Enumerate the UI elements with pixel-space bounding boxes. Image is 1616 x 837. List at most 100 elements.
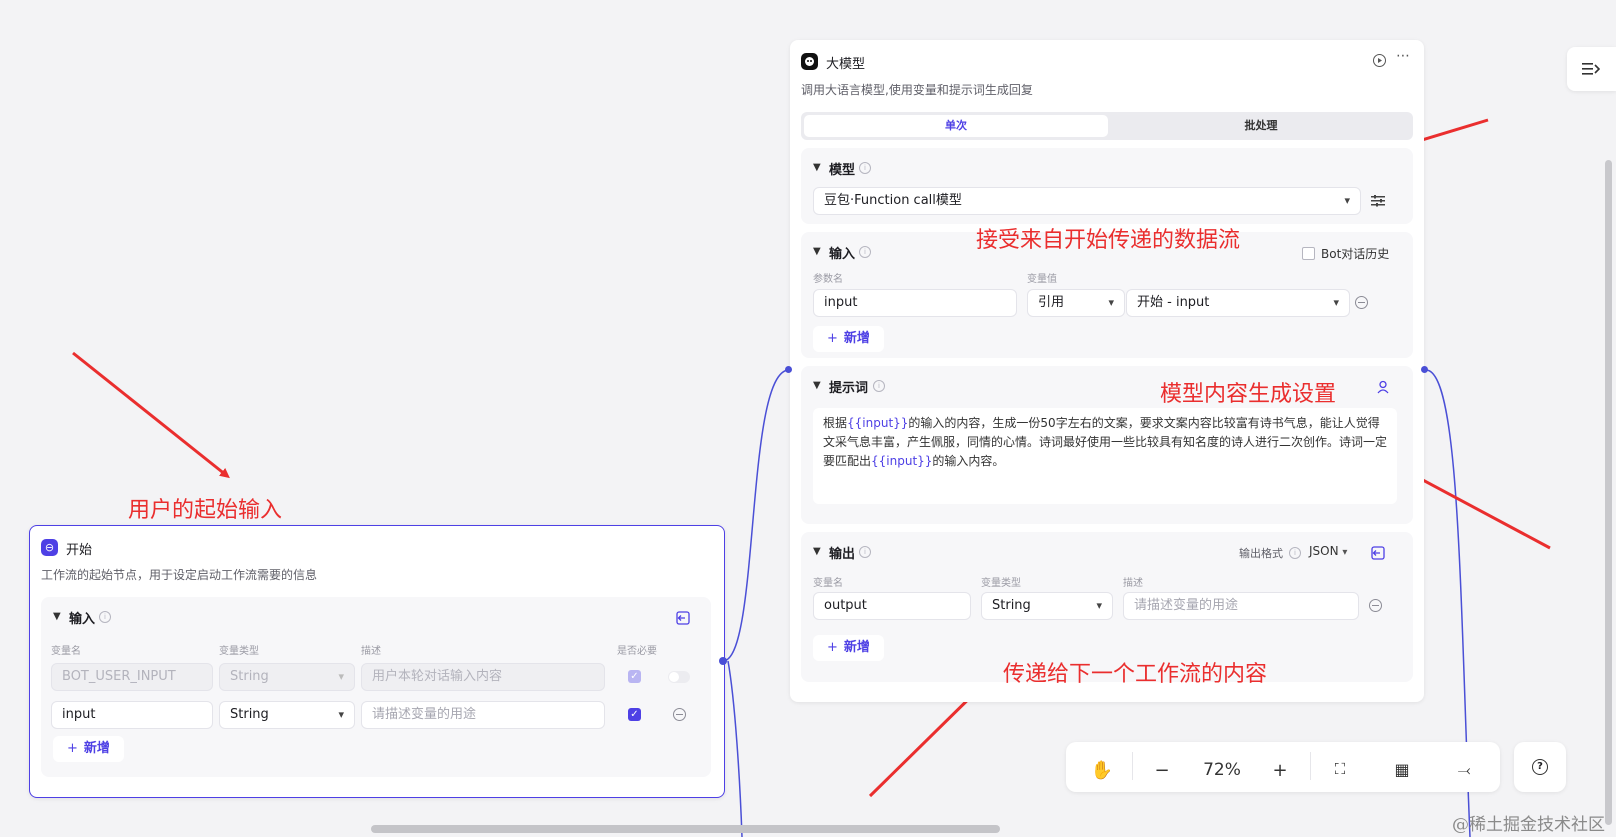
prompt-variable: {{input}} — [847, 416, 909, 430]
fit-view-icon[interactable]: ⛶ — [1328, 760, 1352, 784]
llm-node[interactable]: 大模型 ⋯ 调用大语言模型,使用变量和提示词生成回复 单次 批处理 ▼ 模型 i… — [790, 40, 1424, 702]
prompt-text: 根据 — [823, 416, 848, 430]
chevron-down-icon: ▾ — [1342, 547, 1348, 558]
output-desc-input[interactable]: 请描述变量的用途 — [1123, 592, 1359, 620]
start-output-port[interactable] — [719, 657, 727, 665]
col-var-type: 变量类型 — [981, 578, 1021, 589]
output-name-input[interactable]: output — [813, 592, 971, 620]
output-format-label: 输出格式 — [1239, 547, 1283, 560]
tab-single[interactable]: 单次 — [804, 115, 1108, 137]
chevron-down-icon: ▾ — [1096, 599, 1102, 612]
add-output-label: 新增 — [843, 640, 870, 655]
zoom-in-icon[interactable]: + — [1268, 760, 1292, 784]
llm-input-title: 输入 — [829, 247, 856, 262]
add-input-button[interactable]: + 新增 — [813, 326, 884, 352]
help-icon: ? — [1532, 759, 1548, 775]
col-var-name: 变量名 — [51, 646, 81, 657]
model-settings-icon[interactable] — [1371, 195, 1385, 207]
col-param-name: 参数名 — [813, 274, 843, 285]
llm-input-port[interactable] — [785, 366, 792, 373]
col-var-value: 变量值 — [1027, 274, 1057, 285]
side-panel-toggle-button[interactable] — [1567, 47, 1616, 91]
bot-history-checkbox[interactable] — [1302, 247, 1315, 260]
col-var-name: 变量名 — [813, 578, 843, 589]
output-format-value: JSON — [1309, 544, 1339, 558]
chevron-down-icon: ▾ — [1333, 296, 1339, 309]
chevron-down-icon: ▾ — [338, 670, 344, 683]
info-icon: i — [873, 380, 885, 392]
collapse-chevron-icon[interactable]: ▼ — [813, 246, 821, 257]
var-name-input[interactable]: input — [51, 701, 213, 729]
minimap-grid-icon[interactable]: ▦ — [1390, 760, 1414, 784]
start-node-title: 开始 — [66, 543, 93, 558]
add-input-label: 新增 — [843, 331, 870, 346]
vertical-scrollbar[interactable] — [1605, 160, 1612, 825]
watermark: @稀土掘金技术社区 — [1452, 815, 1605, 835]
input-import-icon[interactable] — [676, 611, 690, 625]
more-options-icon[interactable]: ⋯ — [1396, 48, 1410, 64]
chevron-down-icon: ▾ — [338, 708, 344, 721]
var-desc-input[interactable]: 请描述变量的用途 — [361, 701, 605, 729]
start-node-icon: ⊖ — [41, 539, 58, 556]
prompt-library-icon[interactable] — [1377, 380, 1391, 394]
run-node-icon[interactable] — [1373, 54, 1386, 67]
collapse-chevron-icon[interactable]: ▼ — [813, 380, 821, 391]
start-node[interactable]: ⊖ 开始 工作流的起始节点，用于设定启动工作流需要的信息 ▼ 输入 i 变量名 … — [29, 525, 725, 798]
start-node-description: 工作流的起始节点，用于设定启动工作流需要的信息 — [41, 568, 318, 582]
output-type-select[interactable]: String ▾ — [981, 592, 1113, 620]
var-name-input: BOT_USER_INPUT — [51, 663, 213, 691]
horizontal-scrollbar[interactable] — [371, 825, 1000, 833]
ref-type-value: 引用 — [1038, 295, 1065, 310]
param-name-input[interactable]: input — [813, 289, 1017, 317]
chevron-down-icon: ▾ — [1344, 194, 1350, 207]
remove-row-icon[interactable] — [673, 708, 686, 721]
var-type-select[interactable]: String ▾ — [219, 701, 355, 729]
bot-history-label: Bot对话历史 — [1321, 247, 1390, 261]
llm-node-description: 调用大语言模型,使用变量和提示词生成回复 — [801, 83, 1033, 97]
annotation-start-input: 用户的起始输入 — [128, 498, 283, 523]
auto-layout-icon[interactable]: ⤙ — [1452, 760, 1476, 784]
zoom-out-icon[interactable]: − — [1150, 760, 1174, 784]
collapse-chevron-icon[interactable]: ▼ — [813, 546, 821, 557]
required-checkbox[interactable]: ✓ — [628, 708, 641, 721]
toggle-switch — [668, 671, 690, 683]
remove-row-icon[interactable] — [1355, 296, 1368, 309]
var-type-value: String — [230, 707, 269, 722]
help-button[interactable]: ? — [1514, 742, 1566, 792]
list-toggle-icon — [1582, 63, 1600, 75]
add-output-button[interactable]: + 新增 — [813, 635, 884, 661]
tab-batch[interactable]: 批处理 — [1109, 115, 1413, 137]
prompt-textarea[interactable]: 根据{{input}}的输入的内容，生成一份50字左右的文案，要求文案内容比较富… — [813, 408, 1397, 504]
ref-value-text: 开始 - input — [1137, 295, 1210, 310]
info-icon: i — [859, 246, 871, 258]
annotation-prompt-setting: 模型内容生成设置 — [1160, 382, 1337, 407]
ref-value-select[interactable]: 开始 - input ▾ — [1126, 289, 1350, 317]
model-select[interactable]: 豆包·Function call模型 ▾ — [813, 187, 1361, 215]
toolbar-divider — [1132, 752, 1133, 780]
annotation-input-flow: 接受来自开始传递的数据流 — [976, 228, 1241, 253]
llm-node-title: 大模型 — [826, 57, 866, 72]
mode-tabs: 单次 批处理 — [801, 112, 1413, 140]
collapse-chevron-icon[interactable]: ▼ — [53, 611, 61, 622]
info-icon: i — [859, 162, 871, 174]
collapse-chevron-icon[interactable]: ▼ — [813, 162, 821, 173]
llm-output-port[interactable] — [1421, 366, 1428, 373]
zoom-level[interactable]: 72% — [1194, 760, 1250, 784]
add-variable-button[interactable]: + 新增 — [53, 736, 124, 762]
add-variable-label: 新增 — [83, 741, 110, 756]
info-icon: i — [99, 611, 111, 623]
prompt-title: 提示词 — [829, 381, 869, 396]
output-export-icon[interactable] — [1371, 546, 1385, 560]
hand-tool-icon[interactable]: ✋ — [1090, 760, 1114, 784]
chevron-down-icon: ▾ — [1108, 296, 1114, 309]
col-var-type: 变量类型 — [219, 646, 259, 657]
model-section: ▼ 模型 i 豆包·Function call模型 ▾ — [801, 148, 1413, 224]
annotation-output-flow: 传递给下一个工作流的内容 — [1003, 662, 1268, 687]
ref-type-select[interactable]: 引用 ▾ — [1027, 289, 1125, 317]
var-type-value: String — [230, 669, 269, 684]
col-required: 是否必要 — [617, 646, 657, 657]
output-format-select[interactable]: JSON ▾ — [1309, 544, 1347, 558]
info-icon: i — [1289, 547, 1301, 559]
remove-row-icon[interactable] — [1369, 599, 1382, 612]
col-desc: 描述 — [361, 646, 381, 657]
